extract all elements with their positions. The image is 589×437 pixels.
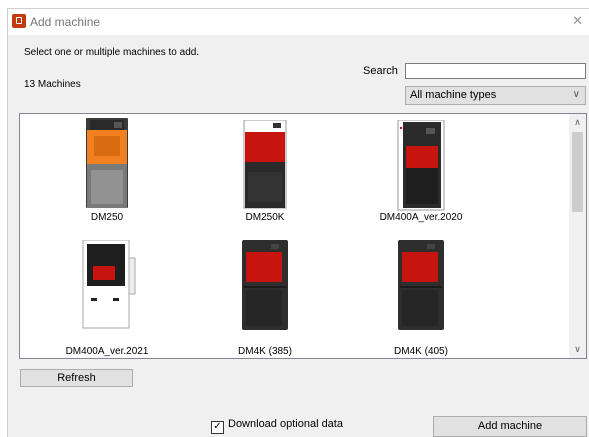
- machine-name: DM250: [90, 212, 124, 223]
- add-machine-button[interactable]: Add machine: [433, 416, 587, 437]
- printer-dark-icon: [242, 240, 288, 330]
- machine-grid: DM250 DM250K DM400A_ver.2020 DM400A_ver.…: [19, 113, 587, 359]
- app-icon: [12, 14, 26, 28]
- scroll-thumb[interactable]: [572, 132, 583, 212]
- machine-type-value: All machine types: [410, 89, 497, 101]
- machine-type-select[interactable]: All machine types ∨: [405, 86, 586, 105]
- machine-tile-dm250k[interactable]: DM250K: [200, 116, 330, 236]
- printer-white-icon: [82, 240, 136, 329]
- instruction-text: Select one or multiple machines to add.: [24, 47, 200, 58]
- chevron-down-icon: ∨: [572, 89, 580, 100]
- machine-name: DM400A_ver.2021: [65, 346, 149, 357]
- machine-tile-dm400a-2020[interactable]: DM400A_ver.2020: [356, 116, 486, 236]
- search-input[interactable]: [405, 63, 586, 79]
- download-optional-data-option[interactable]: ✓ Download optional data: [211, 418, 343, 434]
- refresh-button[interactable]: Refresh: [20, 369, 133, 387]
- close-icon[interactable]: ✕: [572, 13, 583, 29]
- printer-orange-icon: [86, 118, 128, 208]
- download-optional-data-checkbox[interactable]: ✓: [211, 421, 224, 434]
- machine-name: DM4K (405): [394, 346, 448, 357]
- machine-tile-dm250[interactable]: DM250: [42, 116, 172, 236]
- scroll-down-icon[interactable]: ∨: [569, 341, 586, 358]
- search-label: Search: [363, 65, 398, 77]
- machine-tile-dm4k-405[interactable]: DM4K (405): [356, 238, 486, 358]
- machine-tile-dm4k-385[interactable]: DM4K (385): [200, 238, 330, 358]
- machine-name: DM250K: [245, 212, 285, 223]
- machine-name: DM400A_ver.2020: [379, 212, 463, 223]
- download-optional-data-label: Download optional data: [228, 418, 343, 430]
- printer-dark-icon: [398, 240, 444, 330]
- title-bar: Add machine ✕: [8, 9, 589, 35]
- machine-count: 13 Machines: [24, 79, 81, 90]
- machine-name: DM4K (385): [238, 346, 292, 357]
- add-machine-dialog: Add machine ✕ Select one or multiple mac…: [7, 8, 589, 437]
- printer-red-icon: [243, 120, 287, 209]
- printer-red-tall-icon: [397, 120, 445, 211]
- window-title: Add machine: [30, 15, 101, 29]
- machine-tile-dm400a-2021[interactable]: DM400A_ver.2021: [42, 238, 172, 358]
- scroll-up-icon[interactable]: ∧: [569, 114, 586, 131]
- vertical-scrollbar[interactable]: ∧ ∨: [569, 114, 586, 358]
